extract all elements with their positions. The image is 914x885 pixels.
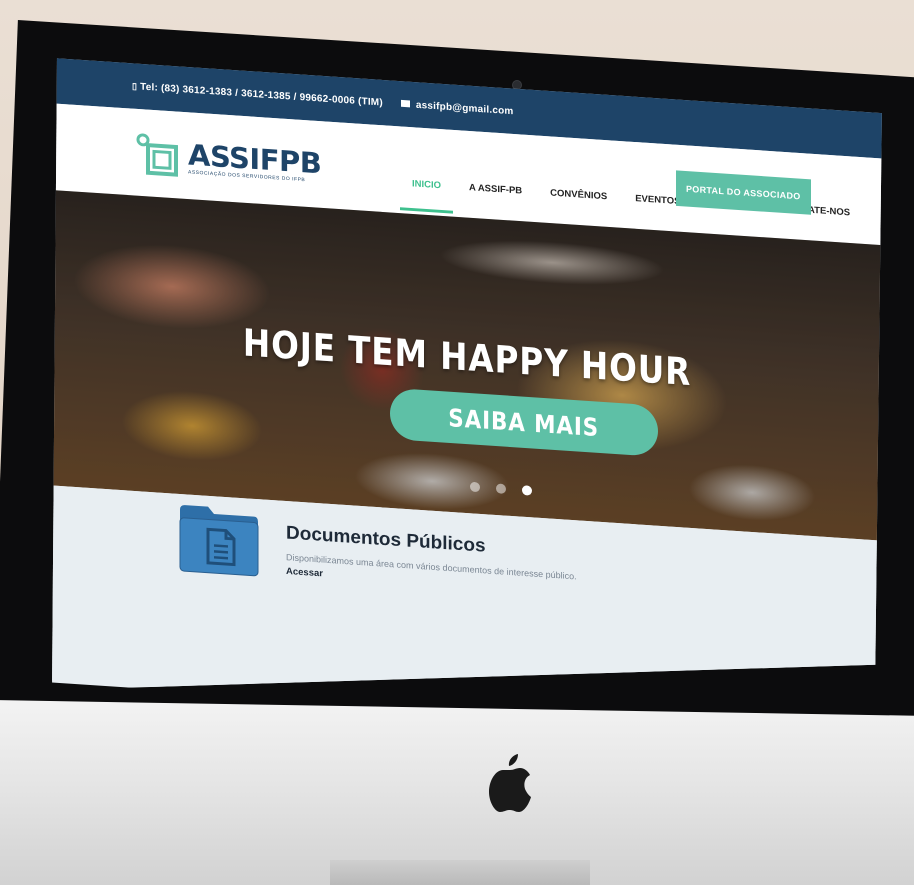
- folder-icon: [179, 505, 259, 577]
- mail-icon: [400, 100, 410, 108]
- logo-mark-icon: [136, 133, 178, 177]
- slider-dot-2[interactable]: [496, 483, 506, 494]
- slider-dot-1[interactable]: [470, 481, 480, 493]
- site-logo[interactable]: ASSIFPB ASSOCIAÇÃO DOS SERVIDORES DO IFP…: [136, 133, 321, 189]
- phone-info: ▯ Tel: (83) 3612-1383 / 3612-1385 / 9966…: [132, 81, 383, 108]
- nav-item-a-assif-pb[interactable]: A ASSIF-PB: [469, 182, 522, 214]
- phone-text: Tel: (83) 3612-1383 / 3612-1385 / 99662-…: [140, 81, 383, 109]
- apple-logo-icon: [489, 754, 531, 812]
- imac-monitor: ▯ Tel: (83) 3612-1383 / 3612-1385 / 9966…: [0, 0, 914, 885]
- email-info[interactable]: assifpb@gmail.com: [400, 98, 514, 117]
- acessar-link[interactable]: Acessar: [286, 566, 323, 579]
- nav-item-convenios[interactable]: CONVÊNIOS: [550, 188, 607, 220]
- documentos-title: Documentos Públicos: [286, 522, 486, 557]
- website: ▯ Tel: (83) 3612-1383 / 3612-1385 / 9966…: [52, 58, 882, 690]
- hero-slider: HOJE TEM HAPPY HOUR SAIBA MAIS: [52, 189, 882, 541]
- saiba-mais-label: SAIBA MAIS: [448, 402, 600, 442]
- nav-item-inicio[interactable]: INICIO: [412, 178, 441, 208]
- monitor-chin: [0, 700, 914, 885]
- slider-dot-3[interactable]: [522, 485, 532, 496]
- screen: ▯ Tel: (83) 3612-1383 / 3612-1385 / 9966…: [52, 58, 882, 690]
- phone-icon: ▯: [132, 80, 138, 91]
- documentos-description: Disponibilizamos uma área com vários doc…: [286, 552, 577, 582]
- nav-item-eventos[interactable]: EVENTOS: [635, 193, 680, 225]
- email-text[interactable]: assifpb@gmail.com: [416, 99, 514, 116]
- monitor-stand: [330, 860, 590, 885]
